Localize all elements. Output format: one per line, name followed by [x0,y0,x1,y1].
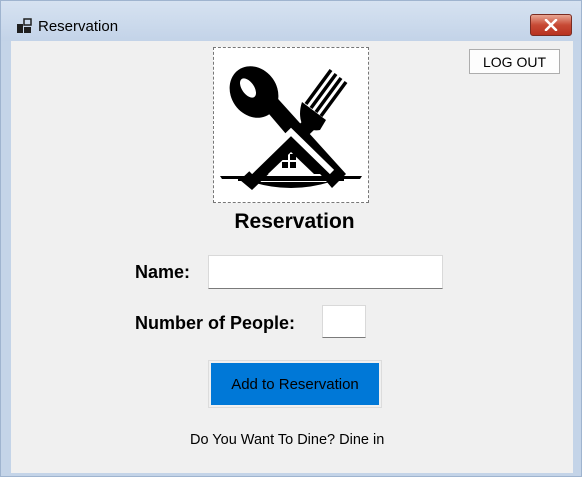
dine-in-text: Do You Want To Dine? Dine in [190,432,385,448]
logout-button[interactable]: LOG OUT [469,49,560,74]
client-area: LOG OUT Reservation Name: Number of Peop… [11,41,573,473]
app-window: Reservation LOG OUT Reservation Name: Nu… [0,0,582,477]
window-title: Reservation [38,18,119,35]
restaurant-logo-icon [220,66,362,190]
name-label: Name: [135,262,191,282]
form-heading: Reservation [234,210,355,233]
close-icon [544,19,558,31]
name-input[interactable] [208,255,443,289]
logo-picture-box [213,47,369,203]
add-to-reservation-button[interactable]: Add to Reservation [208,360,382,408]
number-of-people-input[interactable] [322,305,366,338]
number-of-people-label: Number of People: [135,313,296,333]
add-to-reservation-label: Add to Reservation [211,363,379,405]
title-bar[interactable]: Reservation [1,1,581,41]
app-window-icon [17,18,32,33]
close-button[interactable] [530,14,572,36]
